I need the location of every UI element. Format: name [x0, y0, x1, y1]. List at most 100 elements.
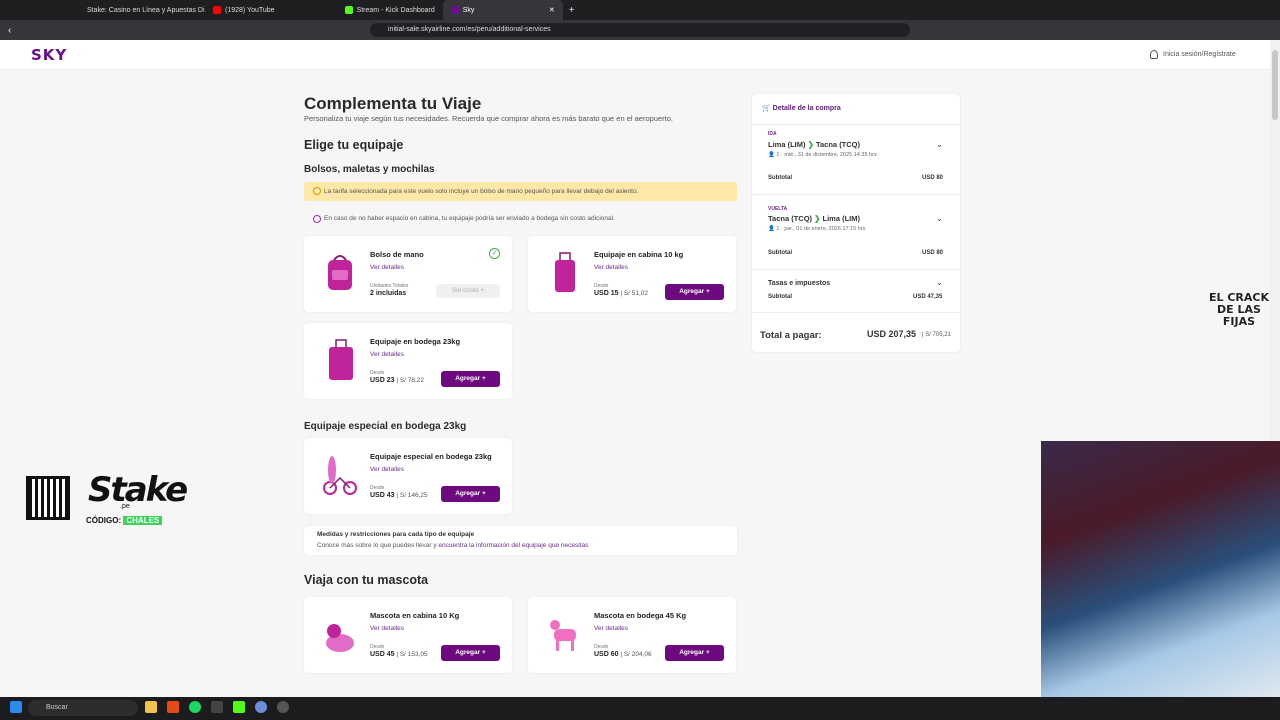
- price-local: | S/ 153,05: [394, 651, 428, 658]
- hand-bag-card: Bolso de mano Ver detalles Unidades Tota…: [304, 236, 512, 312]
- app-icon[interactable]: [211, 701, 223, 713]
- special-title: Equipaje especial en bodega 23kg: [304, 421, 467, 432]
- tab-title: Stake: Casino en Línea y Apuestas Di: [87, 6, 205, 14]
- sky-favicon-icon: [450, 6, 459, 14]
- summary-title-text: Detalle de la compra: [772, 105, 841, 112]
- price-local: | S/ 204,06: [618, 651, 652, 658]
- youtube-icon: [213, 6, 221, 14]
- spotify-icon[interactable]: [189, 701, 201, 713]
- chevron-down-icon[interactable]: ⌄: [936, 140, 943, 149]
- subtotal-label: Subtotal: [768, 175, 792, 181]
- outbound-to: Tacna (TCQ): [815, 140, 861, 149]
- user-icon: 👤: [768, 152, 775, 158]
- units-label: Unidades Totales: [370, 283, 409, 289]
- price: USD 60 | S/ 204,06: [594, 651, 652, 658]
- page-title: Complementa tu Viaje: [304, 94, 482, 113]
- url-input[interactable]: initial-sale.skyairline.com/es/peru/addi…: [370, 23, 910, 37]
- qr-code: [26, 476, 70, 520]
- dog-icon: [550, 620, 576, 651]
- chevron-down-icon[interactable]: ⌄: [936, 278, 943, 287]
- price-local: | S/ 78,22: [394, 377, 425, 384]
- arrow-icon: ❯: [814, 214, 821, 223]
- total-usd: USD 207,35: [867, 329, 917, 339]
- from-label: Desde: [594, 283, 609, 289]
- outbound-label: IDA: [768, 131, 777, 137]
- sky-logo[interactable]: SKY: [31, 46, 67, 64]
- crack-badge: EL CRACK DE LAS FIJAS: [1208, 291, 1269, 328]
- sponsor-sub: .pe: [120, 503, 130, 510]
- add-cabin-button[interactable]: Agregar +: [665, 284, 724, 300]
- kick-icon[interactable]: [233, 701, 245, 713]
- measures-box: Medidas y restricciones para cada tipo d…: [304, 526, 737, 555]
- return-from: Tacna (TCQ): [768, 214, 813, 223]
- windows-start-icon[interactable]: [10, 701, 22, 713]
- file-explorer-icon[interactable]: [145, 701, 157, 713]
- card-title: Mascota en cabina 10 Kg: [370, 611, 460, 620]
- from-label: Desde: [370, 370, 385, 376]
- price-local: | S/ 146,25: [394, 492, 428, 499]
- outbound-subtotal: USD 80: [922, 175, 944, 181]
- special-bag-card: Equipaje especial en bodega 23kg Ver det…: [304, 438, 512, 514]
- add-hold-button[interactable]: Agregar +: [441, 371, 500, 387]
- chevron-down-icon[interactable]: ⌄: [936, 214, 943, 223]
- tab-kick[interactable]: Stream - Kick Dashboard: [337, 0, 443, 20]
- from-label: Desde: [370, 644, 385, 650]
- measures-link[interactable]: encuentra la información del equipaje qu…: [438, 542, 588, 549]
- arrow-icon: ❯: [807, 140, 814, 149]
- outbound-route: Lima (LIM) ❯ Tacna (TCQ): [768, 140, 860, 149]
- tab-youtube[interactable]: (1928) YouTube: [205, 0, 283, 20]
- tab-title: Stream - Kick Dashboard: [356, 6, 435, 14]
- from-label: Desde: [370, 485, 385, 491]
- browser-tab-bar: Stake: Casino en Línea y Apuestas Di (19…: [0, 0, 1280, 20]
- details-link[interactable]: Ver detalles: [370, 264, 404, 271]
- site-header: [0, 40, 1270, 70]
- details-link[interactable]: Ver detalles: [594, 625, 628, 632]
- url-text: initial-sale.skyairline.com/es/peru/addi…: [388, 26, 551, 33]
- card-title: Bolso de mano: [370, 250, 424, 259]
- price: USD 15 | S/ 51,02: [594, 290, 648, 297]
- tab-sky[interactable]: Sky ✕: [442, 0, 563, 20]
- card-title: Equipaje en cabina 10 kg: [594, 250, 684, 259]
- tab-stake[interactable]: Stake: Casino en Línea y Apuestas Di: [75, 0, 205, 20]
- details-link[interactable]: Ver detalles: [370, 466, 404, 473]
- card-title: Equipaje en bodega 23kg: [370, 337, 461, 346]
- details-link[interactable]: Ver detalles: [370, 625, 404, 632]
- price-usd: USD 23: [370, 377, 395, 384]
- back-icon[interactable]: ‹: [8, 25, 11, 36]
- price-local: | S/ 51,02: [618, 290, 649, 297]
- taxes-label: Tasas e impuestos: [768, 280, 831, 287]
- scrollbar-thumb[interactable]: [1272, 50, 1278, 120]
- taxes-subtotal: USD 47,35: [913, 294, 943, 300]
- details-link[interactable]: Ver detalles: [370, 351, 404, 358]
- taskbar-search-input[interactable]: Buscar: [28, 700, 138, 716]
- taskbar: Buscar: [0, 697, 1280, 720]
- settings-icon[interactable]: [255, 701, 267, 713]
- obs-icon[interactable]: [277, 701, 289, 713]
- close-tab-icon[interactable]: ✕: [549, 6, 555, 14]
- return-to: Lima (LIM): [822, 214, 861, 223]
- outbound-pax: 1: [776, 152, 780, 158]
- new-tab-icon[interactable]: +: [569, 5, 575, 16]
- address-bar-row: ‹ initial-sale.skyairline.com/es/peru/ad…: [0, 20, 1280, 40]
- code-label: CÓDIGO:: [86, 516, 122, 525]
- kick-icon: [344, 6, 353, 14]
- login-link[interactable]: Inicia sesión/Regístrate: [1150, 50, 1236, 59]
- no-cost-button: Sin costo +: [436, 284, 500, 298]
- pet-cabin-card: Mascota en cabina 10 Kg Ver detalles Des…: [304, 597, 512, 673]
- brave-icon[interactable]: [167, 701, 179, 713]
- outbound-from: Lima (LIM): [768, 140, 806, 149]
- cat-icon: [326, 624, 354, 652]
- tab-title: (1928) YouTube: [225, 6, 275, 14]
- add-pet-cabin-button[interactable]: Agregar +: [441, 645, 500, 661]
- tab-title: Sky: [462, 6, 475, 14]
- card-title: Mascota en bodega 45 Kg: [594, 611, 687, 620]
- add-pet-hold-button[interactable]: Agregar +: [665, 645, 724, 661]
- return-route: Tacna (TCQ) ❯ Lima (LIM): [768, 214, 860, 223]
- purchase-summary: 🛒 Detalle de la compra IDA Lima (LIM) ❯ …: [752, 94, 960, 352]
- total-label: Total a pagar:: [760, 330, 822, 341]
- sponsor-logo: Stake: [88, 470, 188, 510]
- add-special-button[interactable]: Agregar +: [441, 486, 500, 502]
- fare-warning-banner: La tarifa seleccionada para este vuelo s…: [304, 182, 737, 201]
- details-link[interactable]: Ver detalles: [594, 264, 628, 271]
- return-date: jue., 01 de enero, 2026 17:15 hrs: [784, 226, 866, 232]
